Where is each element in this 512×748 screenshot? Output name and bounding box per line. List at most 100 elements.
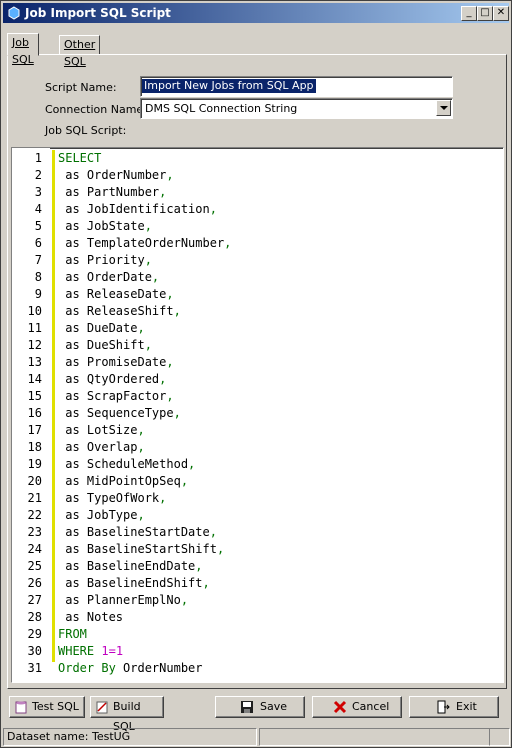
- code-line[interactable]: 30 WHERE 1=1: [12, 643, 503, 660]
- code-line[interactable]: 5 as JobState,: [12, 218, 503, 235]
- code-text: SELECT: [58, 150, 101, 167]
- code-text: as BaselineEndDate,: [58, 558, 202, 575]
- sql-comma: ,: [180, 474, 189, 488]
- job-import-sql-window: Job Import SQL Script _ □ ✕ Job SQL Othe…: [0, 0, 512, 748]
- code-line[interactable]: 3 as PartNumber,: [12, 184, 503, 201]
- save-button[interactable]: Save: [215, 696, 305, 718]
- sql-editor[interactable]: 1 SELECT 2 as OrderNumber, 3 as PartNumber,…: [11, 147, 504, 683]
- sql-comma: ,: [209, 202, 217, 216]
- code-line[interactable]: 1 SELECT: [12, 150, 503, 167]
- tab-job-sql-label: Job SQL: [12, 36, 34, 66]
- sql-comma: ,: [144, 253, 152, 267]
- line-number: 18: [27, 440, 42, 454]
- exit-door-icon: [437, 700, 450, 714]
- code-identifier: as Notes: [58, 610, 124, 624]
- code-text: as Notes: [58, 609, 123, 626]
- test-sql-button[interactable]: Test SQL: [9, 696, 85, 718]
- title-bar[interactable]: Job Import SQL Script _ □ ✕: [3, 3, 509, 23]
- app-icon: [8, 6, 20, 20]
- code-text: as Priority,: [58, 252, 152, 269]
- code-line[interactable]: 6 as TemplateOrderNumber,: [12, 235, 503, 252]
- code-line[interactable]: 20 as MidPointOpSeq,: [12, 473, 503, 490]
- code-identifier: as OrderNumber: [58, 168, 167, 182]
- sql-comma: ,: [216, 542, 225, 556]
- code-line[interactable]: 2 as OrderNumber,: [12, 167, 503, 184]
- script-name-input[interactable]: Import New Jobs from SQL App: [140, 76, 453, 97]
- save-label: Save: [260, 700, 288, 713]
- connection-name-select[interactable]: DMS SQL Connection String: [140, 98, 453, 119]
- code-line[interactable]: 15 as ScrapFactor,: [12, 388, 503, 405]
- code-line[interactable]: 11 as DueDate,: [12, 320, 503, 337]
- exit-button[interactable]: Exit: [409, 696, 499, 718]
- code-identifier: as ScheduleMethod: [58, 457, 189, 471]
- tab-job-sql[interactable]: Job SQL: [7, 33, 39, 66]
- sql-code[interactable]: 1 SELECT 2 as OrderNumber, 3 as PartNumber,…: [12, 150, 503, 677]
- code-text: as MidPointOpSeq,: [58, 473, 188, 490]
- script-name-label: Script Name:: [45, 81, 117, 94]
- maximize-button[interactable]: □: [477, 6, 493, 21]
- code-identifier: as ReleaseShift: [58, 304, 174, 318]
- line-number: 4: [34, 202, 42, 216]
- tab-other-sql[interactable]: Other SQL: [59, 35, 101, 68]
- code-line[interactable]: 19 as ScheduleMethod,: [12, 456, 503, 473]
- line-number: 26: [27, 576, 42, 590]
- code-line[interactable]: 29 FROM: [12, 626, 503, 643]
- exit-label: Exit: [456, 700, 477, 713]
- code-identifier: as ScrapFactor: [58, 389, 167, 403]
- chevron-down-icon[interactable]: [436, 100, 451, 116]
- code-text: FROM: [58, 626, 87, 643]
- code-line[interactable]: 28 as Notes: [12, 609, 503, 626]
- sql-comma: ,: [159, 185, 167, 199]
- line-number: 23: [27, 525, 42, 539]
- line-number: 21: [27, 491, 42, 505]
- code-line[interactable]: 7 as Priority,: [12, 252, 503, 269]
- line-number: 6: [34, 236, 42, 250]
- code-line[interactable]: 4 as JobIdentification,: [12, 201, 503, 218]
- sql-number: 1: [115, 644, 124, 658]
- window-title: Job Import SQL Script: [25, 6, 171, 20]
- test-sql-label: Test SQL: [32, 700, 79, 713]
- minimize-button[interactable]: _: [461, 6, 477, 21]
- dataset-name-panel: Dataset name: TestUG: [3, 728, 257, 746]
- line-number: 13: [27, 355, 42, 369]
- close-button[interactable]: ✕: [493, 6, 509, 21]
- code-line[interactable]: 16 as SequenceType,: [12, 405, 503, 422]
- sql-comma: ,: [159, 372, 167, 386]
- code-line[interactable]: 17 as LotSize,: [12, 422, 503, 439]
- floppy-disk-icon: [241, 701, 253, 713]
- code-identifier: as QtyOrdered: [58, 372, 160, 386]
- cancel-label: Cancel: [352, 700, 390, 713]
- code-identifier: as TemplateOrderNumber: [58, 236, 225, 250]
- code-line[interactable]: 21 as TypeOfWork,: [12, 490, 503, 507]
- sql-comma: ,: [173, 406, 181, 420]
- code-text: as BaselineStartDate,: [58, 524, 217, 541]
- code-text: as ReleaseShift,: [58, 303, 181, 320]
- code-line[interactable]: 23 as BaselineStartDate,: [12, 524, 503, 541]
- size-grip[interactable]: [489, 728, 510, 746]
- code-line[interactable]: 8 as OrderDate,: [12, 269, 503, 286]
- code-text: as Overlap,: [58, 439, 145, 456]
- connection-name-value: DMS SQL Connection String: [145, 102, 298, 115]
- code-line[interactable]: 10 as ReleaseShift,: [12, 303, 503, 320]
- code-identifier: as ReleaseDate: [58, 287, 167, 301]
- code-line[interactable]: 14 as QtyOrdered,: [12, 371, 503, 388]
- code-line[interactable]: 27 as PlannerEmplNo,: [12, 592, 503, 609]
- code-line[interactable]: 26 as BaselineEndShift,: [12, 575, 503, 592]
- code-line[interactable]: 9 as ReleaseDate,: [12, 286, 503, 303]
- code-line[interactable]: 24 as BaselineStartShift,: [12, 541, 503, 558]
- code-identifier: as LotSize: [58, 423, 138, 437]
- code-line[interactable]: 18 as Overlap,: [12, 439, 503, 456]
- code-line[interactable]: 12 as DueShift,: [12, 337, 503, 354]
- code-identifier: as DueDate: [58, 321, 138, 335]
- code-line[interactable]: 25 as BaselineEndDate,: [12, 558, 503, 575]
- code-identifier: as JobState: [58, 219, 145, 233]
- build-sql-button[interactable]: Build SQL: [90, 696, 164, 733]
- code-line[interactable]: 22 as JobType,: [12, 507, 503, 524]
- code-line[interactable]: 13 as PromiseDate,: [12, 354, 503, 371]
- code-text: as QtyOrdered,: [58, 371, 166, 388]
- cancel-button[interactable]: Cancel: [312, 696, 402, 718]
- sql-comma: ,: [166, 287, 174, 301]
- code-line[interactable]: 31 Order By OrderNumber: [12, 660, 503, 677]
- code-text: as TypeOfWork,: [58, 490, 166, 507]
- sql-comma: ,: [173, 304, 181, 318]
